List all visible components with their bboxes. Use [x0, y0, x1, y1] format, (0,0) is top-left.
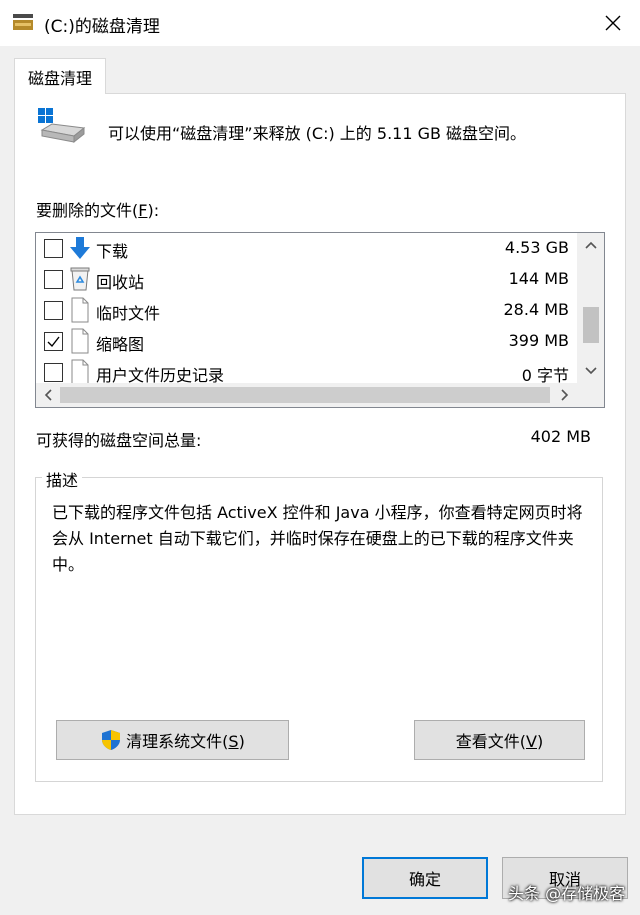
- item-name: 用户文件历史记录: [96, 366, 225, 383]
- tab-disk-cleanup[interactable]: 磁盘清理: [14, 58, 106, 94]
- item-size: 0 字节: [521, 366, 569, 383]
- files-listbox[interactable]: 下载 4.53 GB 回收站 144 MB 临时文件 28.4 MB 缩略图 3…: [35, 232, 605, 408]
- item-size: 28.4 MB: [503, 300, 570, 319]
- header-text: 可以使用“磁盘清理”来释放 (C:) 上的 5.11 GB 磁盘空间。: [108, 124, 527, 143]
- item-name: 回收站: [96, 273, 145, 292]
- close-button[interactable]: [596, 6, 630, 40]
- watermark: 头条 @存储极客: [508, 884, 626, 903]
- shield-icon: [102, 730, 121, 750]
- description-text: 已下载的程序文件包括 ActiveX 控件和 Java 小程序，你查看特定网页时…: [52, 503, 583, 574]
- list-item[interactable]: 缩略图 399 MB: [36, 326, 577, 357]
- drive-icon: [38, 108, 86, 144]
- list-item[interactable]: 用户文件历史记录 0 字节: [36, 357, 577, 383]
- title-bar: (C:)的磁盘清理: [0, 0, 640, 46]
- disk-cleanup-icon: [13, 14, 33, 30]
- checkbox[interactable]: [44, 270, 63, 289]
- file-icon: [71, 359, 89, 383]
- vertical-scrollbar[interactable]: [577, 233, 604, 383]
- item-name: 缩略图: [96, 335, 145, 354]
- checkbox[interactable]: [44, 332, 63, 351]
- list-item[interactable]: 回收站 144 MB: [36, 264, 577, 295]
- item-name: 临时文件: [96, 304, 161, 323]
- description-legend: 描述: [42, 467, 83, 491]
- total-space-label: 可获得的磁盘空间总量:: [36, 431, 202, 450]
- clean-system-files-button[interactable]: 清理系统文件(S): [56, 720, 289, 760]
- download-arrow-icon: [70, 237, 90, 259]
- scroll-left-button[interactable]: [36, 383, 60, 407]
- file-icon: [71, 328, 89, 354]
- files-to-delete-label: 要删除的文件(F):: [36, 201, 160, 220]
- chevron-left-icon: [44, 389, 52, 401]
- horizontal-scrollbar[interactable]: [36, 383, 577, 407]
- checkmark-icon: [47, 336, 60, 348]
- item-size: 4.53 GB: [504, 238, 569, 257]
- clean-system-files-label: 清理系统文件(S): [126, 732, 245, 751]
- scrollbar-corner: [577, 383, 604, 407]
- checkbox[interactable]: [44, 301, 63, 320]
- checkbox[interactable]: [44, 239, 63, 258]
- window-title: (C:)的磁盘清理: [44, 17, 160, 37]
- chevron-right-icon: [561, 389, 569, 401]
- chevron-down-icon: [585, 367, 597, 375]
- scroll-down-button[interactable]: [577, 359, 604, 383]
- ok-button[interactable]: 确定: [362, 857, 488, 899]
- scroll-up-button[interactable]: [577, 233, 604, 257]
- item-size: 399 MB: [508, 331, 569, 350]
- tab-label: 磁盘清理: [27, 68, 92, 88]
- close-icon: [605, 15, 621, 31]
- list-item[interactable]: 临时文件 28.4 MB: [36, 295, 577, 326]
- vertical-scroll-thumb[interactable]: [583, 307, 599, 343]
- ok-label: 确定: [408, 870, 441, 889]
- scroll-right-button[interactable]: [553, 383, 577, 407]
- file-icon: [71, 297, 89, 323]
- total-space-value: 402 MB: [530, 427, 591, 446]
- view-files-button[interactable]: 查看文件(V): [414, 720, 585, 760]
- item-name: 下载: [96, 242, 129, 261]
- item-size: 144 MB: [508, 269, 569, 288]
- chevron-up-icon: [585, 241, 597, 249]
- view-files-label: 查看文件(V): [455, 732, 544, 751]
- list-item[interactable]: 下载 4.53 GB: [36, 233, 577, 264]
- checkbox[interactable]: [44, 363, 63, 382]
- horizontal-scroll-thumb[interactable]: [60, 387, 550, 403]
- recycle-bin-icon: [70, 267, 90, 291]
- files-list: 下载 4.53 GB 回收站 144 MB 临时文件 28.4 MB 缩略图 3…: [36, 233, 577, 383]
